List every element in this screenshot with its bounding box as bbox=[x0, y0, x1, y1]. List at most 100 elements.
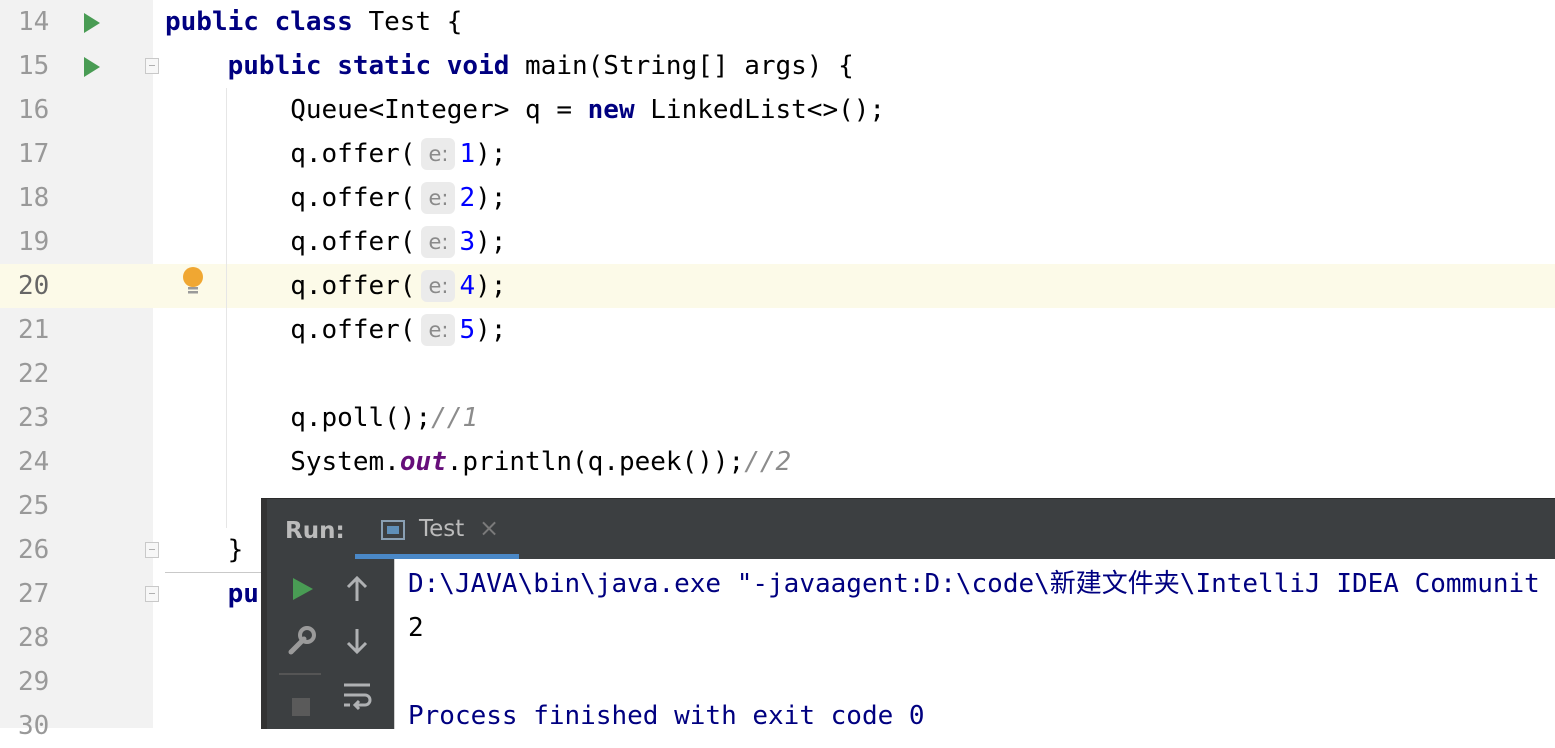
code-line[interactable]: q.offer(e: 2); bbox=[153, 176, 1555, 220]
soft-wrap-icon[interactable] bbox=[337, 675, 377, 715]
code-token: 4 bbox=[459, 271, 476, 301]
run-toolbar bbox=[261, 559, 394, 729]
run-gutter-icon[interactable] bbox=[84, 57, 100, 77]
line-number: 23 bbox=[18, 403, 50, 433]
code-text: public static void main(String[] args) { bbox=[165, 44, 854, 88]
toolbar-separator bbox=[279, 673, 321, 675]
code-text: q.offer(e: 1); bbox=[165, 132, 506, 176]
gutter-line: 16 bbox=[0, 88, 153, 132]
code-token: main(String[] args) { bbox=[509, 51, 854, 81]
gutter-line: 22 bbox=[0, 352, 153, 396]
gutter-line: 15 bbox=[0, 44, 153, 88]
code-token: q.offer( bbox=[165, 227, 416, 257]
method-separator bbox=[165, 572, 261, 573]
parameter-hint: e: bbox=[421, 314, 456, 346]
code-token: 2 bbox=[459, 183, 476, 213]
code-text: q.poll();//1 bbox=[165, 396, 478, 440]
line-number: 28 bbox=[18, 623, 50, 653]
code-token: q.offer( bbox=[165, 315, 416, 345]
line-number: 30 bbox=[18, 711, 50, 741]
code-line[interactable]: System.out.println(q.peek());//2 bbox=[153, 440, 1555, 484]
tab-test[interactable]: Test × bbox=[355, 499, 519, 559]
code-line[interactable]: q.offer(e: 5); bbox=[153, 308, 1555, 352]
code-text: q.offer(e: 3); bbox=[165, 220, 506, 264]
code-token: //1 bbox=[431, 403, 479, 433]
gutter-line: 14 bbox=[0, 0, 153, 44]
parameter-hint: e: bbox=[421, 226, 456, 258]
code-token: q.offer( bbox=[165, 183, 416, 213]
close-icon[interactable]: × bbox=[479, 514, 499, 542]
code-line[interactable]: public static void main(String[] args) { bbox=[153, 44, 1555, 88]
code-token: public static void bbox=[227, 51, 510, 81]
code-token: .println(q.peek()); bbox=[446, 447, 745, 477]
scroll-up-icon[interactable] bbox=[337, 569, 377, 609]
code-token: 1 bbox=[459, 139, 476, 169]
run-gutter-icon[interactable] bbox=[84, 13, 100, 33]
rerun-icon[interactable] bbox=[281, 569, 321, 609]
code-line[interactable]: q.poll();//1 bbox=[153, 396, 1555, 440]
settings-wrench-icon[interactable] bbox=[281, 621, 321, 661]
code-token: ); bbox=[475, 227, 507, 257]
code-line[interactable]: q.offer(e: 1); bbox=[153, 132, 1555, 176]
code-token: LinkedList<>(); bbox=[634, 95, 886, 125]
code-line[interactable]: q.offer(e: 3); bbox=[153, 220, 1555, 264]
line-number: 15 bbox=[18, 51, 50, 81]
code-line[interactable]: q.offer(e: 4); bbox=[153, 264, 1555, 308]
code-text: Queue<Integer> q = new LinkedList<>(); bbox=[165, 88, 885, 132]
code-token: public class bbox=[165, 7, 353, 37]
code-token: ); bbox=[475, 139, 507, 169]
gutter-line: 25 bbox=[0, 484, 153, 528]
stop-icon[interactable] bbox=[281, 687, 321, 727]
code-text: q.offer(e: 2); bbox=[165, 176, 506, 220]
line-number: 16 bbox=[18, 95, 50, 125]
code-token: new bbox=[587, 95, 635, 125]
line-number: 25 bbox=[18, 491, 50, 521]
code-token: } bbox=[165, 535, 244, 565]
code-token: q.offer( bbox=[165, 139, 416, 169]
gutter-line: 18 bbox=[0, 176, 153, 220]
code-token: pu bbox=[227, 579, 259, 609]
scroll-down-icon[interactable] bbox=[337, 621, 377, 661]
code-token: //2 bbox=[744, 447, 792, 477]
code-line[interactable]: Queue<Integer> q = new LinkedList<>(); bbox=[153, 88, 1555, 132]
code-text: pu bbox=[165, 572, 259, 616]
gutter-line: 28 bbox=[0, 616, 153, 660]
line-number: 24 bbox=[18, 447, 50, 477]
code-text: q.offer(e: 5); bbox=[165, 308, 506, 352]
code-token: Queue<Integer> q = bbox=[165, 95, 588, 125]
gutter-line: 24 bbox=[0, 440, 153, 484]
code-text: q.offer(e: 4); bbox=[165, 264, 506, 308]
console-line: Process finished with exit code 0 bbox=[408, 701, 925, 731]
gutter-line: 23 bbox=[0, 396, 153, 440]
code-token: System. bbox=[165, 447, 400, 477]
parameter-hint: e: bbox=[421, 182, 456, 214]
code-token: ); bbox=[475, 183, 507, 213]
gutter-line: 17 bbox=[0, 132, 153, 176]
code-line[interactable] bbox=[153, 352, 1555, 396]
code-token: ); bbox=[475, 271, 507, 301]
editor-gutter: 14 15 16 17 18 19 20 21 22 23 24 25 26 27 28 29 30 bbox=[0, 0, 159, 741]
line-number: 29 bbox=[18, 667, 50, 697]
gutter-line: 30 bbox=[0, 704, 153, 748]
line-number: 22 bbox=[18, 359, 50, 389]
code-token: out bbox=[399, 447, 447, 477]
code-token: 3 bbox=[459, 227, 476, 257]
gutter-line: 20 bbox=[0, 264, 153, 308]
parameter-hint: e: bbox=[421, 270, 456, 302]
code-text: } bbox=[165, 528, 244, 572]
code-line[interactable]: public class Test { bbox=[153, 0, 1555, 44]
lightbulb-icon[interactable] bbox=[181, 266, 205, 296]
gutter-line: 21 bbox=[0, 308, 153, 352]
line-number: 19 bbox=[18, 227, 50, 257]
line-number: 17 bbox=[18, 139, 50, 169]
code-token: ); bbox=[475, 315, 507, 345]
console-output[interactable]: D:\JAVA\bin\java.exe "-javaagent:D:\code… bbox=[394, 559, 1555, 731]
gutter-line: 19 bbox=[0, 220, 153, 264]
line-number: 26 bbox=[18, 535, 50, 565]
line-number: 18 bbox=[18, 183, 50, 213]
run-tool-window: Run: Test × D:\JAVA\bin\java.exe "-javaa… bbox=[261, 498, 1555, 731]
line-number: 21 bbox=[18, 315, 50, 345]
code-token: Test { bbox=[352, 7, 463, 37]
